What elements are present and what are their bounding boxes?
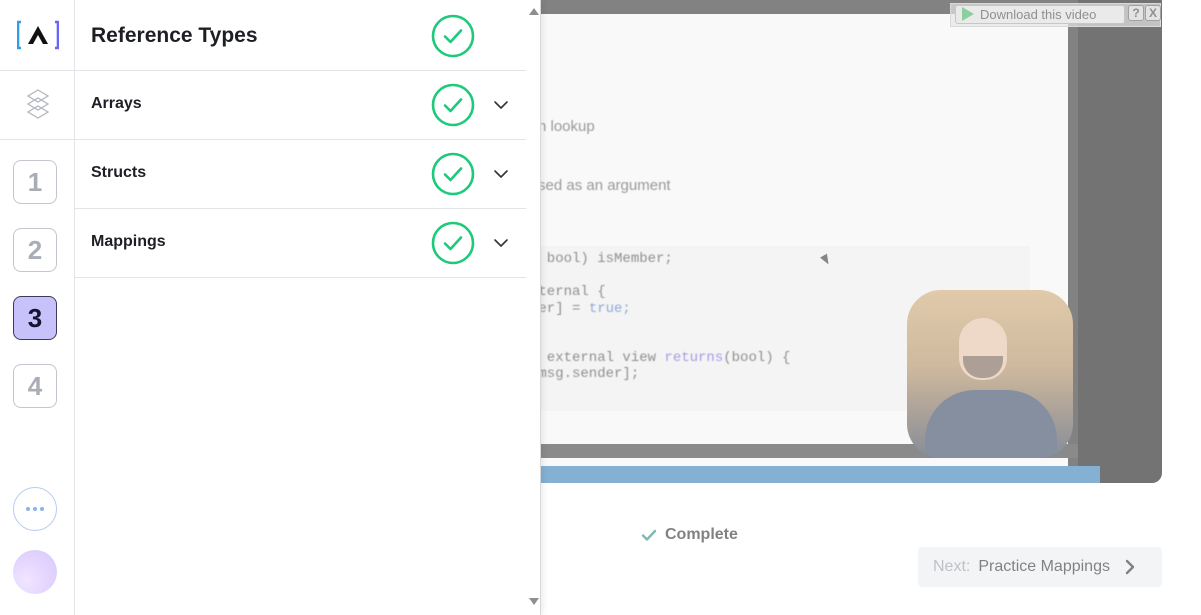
chevron-down-icon[interactable] (493, 237, 509, 249)
step-button-2[interactable]: 2 (13, 228, 57, 272)
step-button-3[interactable]: 3 (13, 296, 57, 340)
check-circle-icon (431, 14, 475, 58)
logo[interactable] (0, 0, 75, 71)
more-options-button[interactable] (13, 487, 57, 531)
user-avatar[interactable] (13, 550, 57, 594)
section-label: Mappings (91, 233, 166, 250)
check-circle-icon (431, 221, 475, 265)
panel-header: Reference Types (75, 0, 526, 71)
chevron-down-icon[interactable] (493, 99, 509, 111)
scroll-up-icon[interactable] (529, 8, 539, 15)
page-title: Reference Types (91, 24, 258, 47)
hex-chain-icon (26, 89, 49, 119)
bracketed-a-logo-icon (16, 20, 59, 50)
lesson-outline-panel: Reference Types Arrays Structs Mappings (75, 0, 526, 615)
section-label: Structs (91, 164, 147, 181)
chevron-down-icon[interactable] (493, 168, 509, 180)
step-button-1[interactable]: 1 (13, 160, 57, 204)
navigation-rail: 1 2 3 4 (0, 0, 75, 615)
section-row-mappings[interactable]: Mappings (75, 209, 526, 278)
lesson-drawer: 1 2 3 4 Reference Types Arrays Structs M… (0, 0, 541, 615)
app-root: n lookup sed as an argument - bool) isMe… (0, 0, 1201, 615)
drawer-scrollbar[interactable] (526, 0, 540, 615)
check-circle-icon (431, 152, 475, 196)
ellipsis-icon (26, 507, 30, 511)
check-circle-icon (431, 83, 475, 127)
ellipsis-icon (40, 507, 44, 511)
section-label: Arrays (91, 95, 142, 112)
chain-selector[interactable] (0, 71, 75, 140)
section-row-structs[interactable]: Structs (75, 140, 526, 209)
step-button-4[interactable]: 4 (13, 364, 57, 408)
ellipsis-icon (33, 507, 37, 511)
section-row-arrays[interactable]: Arrays (75, 71, 526, 140)
scroll-down-icon[interactable] (529, 598, 539, 605)
